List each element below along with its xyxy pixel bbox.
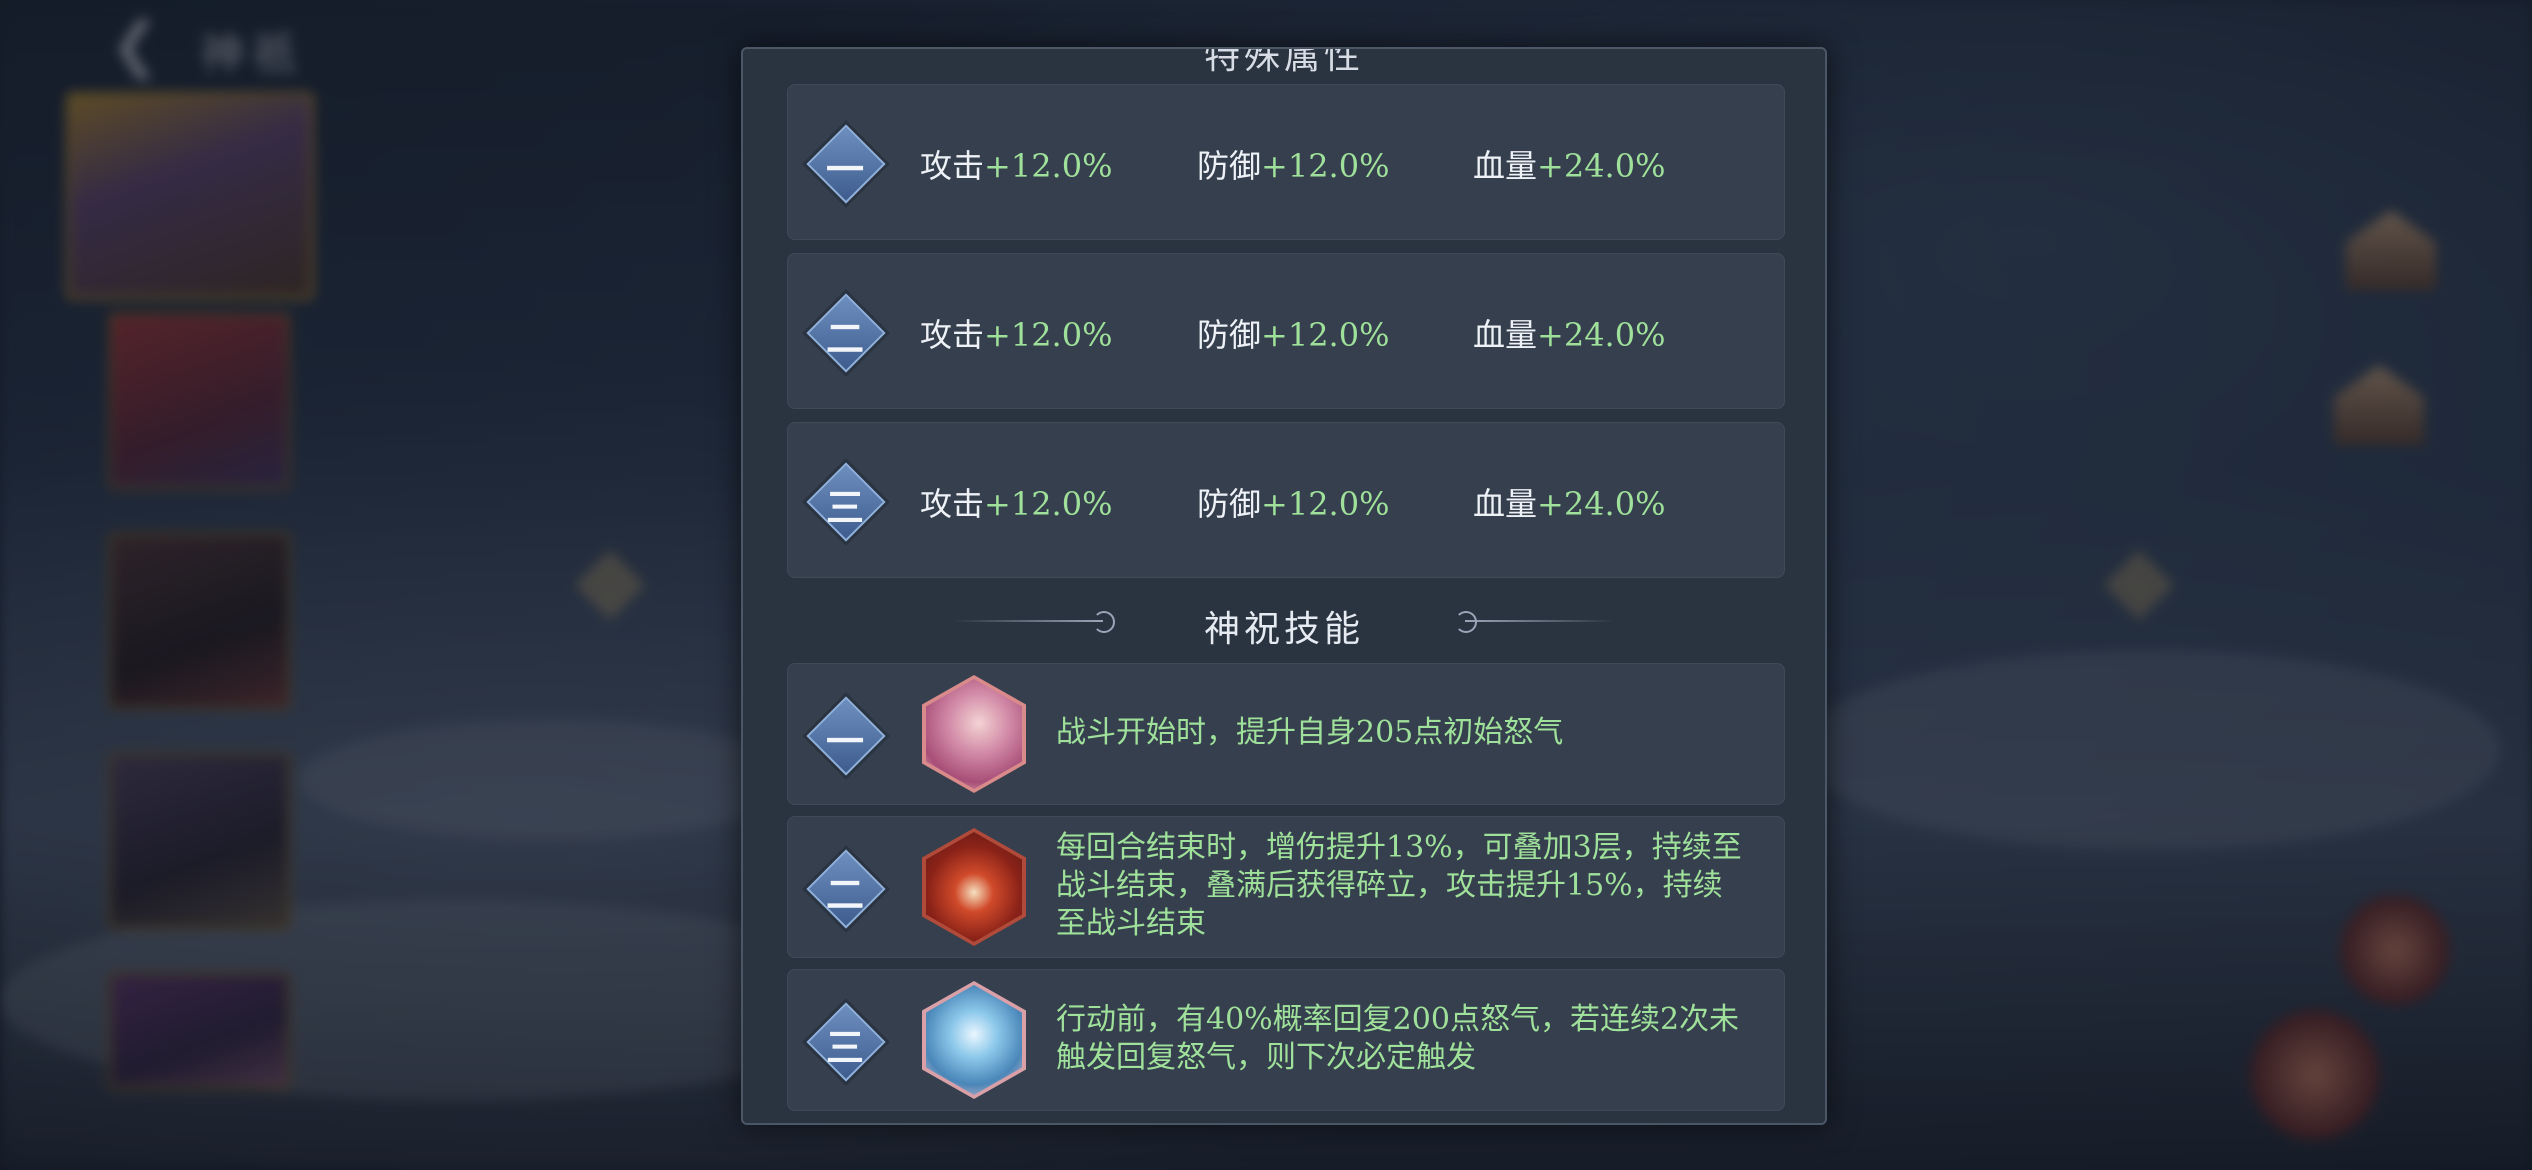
hp-stat: 血量+24.0% (1473, 141, 1665, 187)
hp-value: +24.0% (1537, 485, 1666, 523)
skill-row-2: 二 每回合结束时，增伤提升13%，可叠加3层，持续至战斗结束，叠满后获得碎立，攻… (787, 816, 1785, 958)
attack-stat: 攻击+12.0% (920, 310, 1112, 356)
defense-value: +12.0% (1261, 485, 1390, 523)
attack-stat: 攻击+12.0% (920, 479, 1112, 525)
hp-value: +24.0% (1537, 147, 1666, 185)
title-ornament-right (1465, 620, 1615, 622)
attack-value: +12.0% (984, 147, 1113, 185)
skill-row-3: 三 行动前，有40%概率回复200点怒气，若连续2次未触发回复怒气，则下次必定触… (787, 969, 1785, 1111)
defense-stat: 防御+12.0% (1197, 479, 1389, 525)
defense-label: 防御 (1197, 316, 1262, 354)
ice-dragon-portrait-icon[interactable] (922, 981, 1026, 1099)
red-beast-portrait-icon[interactable] (922, 828, 1026, 946)
attack-stat: 攻击+12.0% (920, 141, 1112, 187)
rank-badge-label: 三 (825, 485, 864, 530)
attr-row-1: 一 攻击+12.0% 防御+12.0% 血量+24.0% (787, 84, 1785, 240)
skills-section-title: 神祝技能 (1203, 609, 1364, 650)
hp-label: 血量 (1473, 485, 1538, 523)
rank-badge-label: 二 (825, 872, 864, 917)
attr-row-2: 二 攻击+12.0% 防御+12.0% 血量+24.0% (787, 253, 1785, 409)
skill-description: 每回合结束时，增伤提升13%，可叠加3层，持续至战斗结束，叠满后获得碎立，攻击提… (1056, 830, 1742, 941)
attack-value: +12.0% (984, 316, 1113, 354)
defense-label: 防御 (1197, 485, 1262, 523)
skill-description: 战斗开始时，提升自身205点初始怒气 (1056, 715, 1564, 750)
skill-description: 行动前，有40%概率回复200点怒气，若连续2次未触发回复怒气，则下次必定触发 (1056, 1002, 1740, 1075)
hp-label: 血量 (1473, 147, 1538, 185)
defense-value: +12.0% (1261, 316, 1390, 354)
rank-badge-label: 三 (825, 1025, 864, 1070)
rank-badge-label: 一 (825, 719, 864, 764)
attr-row-3: 三 攻击+12.0% 防御+12.0% 血量+24.0% (787, 422, 1785, 578)
defense-value: +12.0% (1261, 147, 1390, 185)
hp-label: 血量 (1473, 316, 1538, 354)
defense-stat: 防御+12.0% (1197, 310, 1389, 356)
defense-label: 防御 (1197, 147, 1262, 185)
title-ornament-curl (1455, 611, 1477, 633)
skill-row-1: 一 战斗开始时，提升自身205点初始怒气 (787, 663, 1785, 805)
pink-hair-girl-portrait-icon[interactable] (922, 675, 1026, 793)
blessing-attributes-panel: 特殊属性 一 攻击+12.0% 防御+12.0% 血量+24.0% 二 攻击+1… (741, 47, 1827, 1125)
hp-stat: 血量+24.0% (1473, 479, 1665, 525)
rank-badge-label: 二 (825, 316, 864, 361)
panel-title: 特殊属性 (1203, 47, 1364, 77)
attack-label: 攻击 (920, 147, 985, 185)
attack-label: 攻击 (920, 485, 985, 523)
rank-badge-label: 一 (825, 147, 864, 192)
attack-value: +12.0% (984, 485, 1113, 523)
hp-stat: 血量+24.0% (1473, 310, 1665, 356)
attack-label: 攻击 (920, 316, 985, 354)
defense-stat: 防御+12.0% (1197, 141, 1389, 187)
hp-value: +24.0% (1537, 316, 1666, 354)
